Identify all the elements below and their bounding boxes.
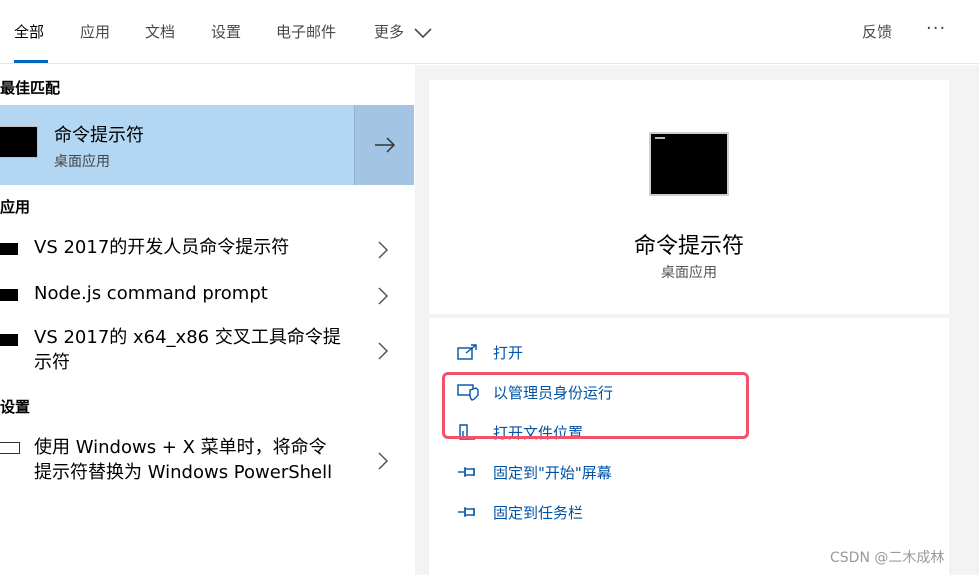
app-preview-card: 命令提示符 桌面应用: [429, 80, 949, 314]
tab-more-label: 更多: [374, 23, 405, 41]
action-label: 固定到任务栏: [493, 503, 584, 522]
cmd-app-large-icon: [649, 132, 729, 196]
chevron-down-icon: [414, 27, 432, 38]
cmd-app-icon: [0, 126, 38, 158]
best-match-heading: 最佳匹配: [0, 79, 61, 97]
cmd-app-icon: [0, 289, 18, 301]
pin-to-start-action[interactable]: 固定到"开始"屏幕: [457, 460, 612, 484]
settings-display-icon: [0, 442, 20, 454]
shield-icon: [457, 384, 479, 401]
list-item-label-line: VS 2017的 x64_x86 交叉工具命令提: [34, 327, 341, 348]
run-as-admin-action[interactable]: 以管理员身份运行: [457, 380, 613, 404]
chevron-right-icon: [378, 452, 389, 470]
chevron-right-icon: [378, 241, 389, 259]
open-details-button[interactable]: [354, 105, 414, 185]
list-item[interactable]: VS 2017的开发人员命令提示符: [0, 233, 414, 265]
tab-apps[interactable]: 应用: [80, 20, 110, 44]
tab-all[interactable]: 全部: [14, 20, 44, 44]
apps-heading: 应用: [0, 198, 31, 216]
scrollbar-track[interactable]: [965, 65, 979, 575]
arrow-right-icon: [374, 137, 395, 153]
pin-to-taskbar-action[interactable]: 固定到任务栏: [457, 500, 583, 524]
feedback-button[interactable]: 反馈: [862, 20, 892, 44]
app-name: 命令提示符: [633, 234, 744, 259]
action-label: 打开文件位置: [493, 423, 584, 442]
file-location-icon: [459, 424, 475, 440]
cmd-app-icon: [0, 243, 18, 255]
prompt-cursor: [655, 137, 665, 139]
more-options-button[interactable]: ···: [926, 18, 946, 39]
list-item-label-line: 提示符替换为 Windows PowerShell: [34, 462, 333, 483]
pin-icon: [458, 507, 475, 517]
list-item[interactable]: VS 2017的 x64_x86 交叉工具命令提 示符: [0, 324, 414, 378]
watermark: CSDN @二木成林: [830, 550, 945, 566]
tab-settings[interactable]: 设置: [211, 20, 241, 44]
best-match-type: 桌面应用: [54, 154, 110, 170]
app-actions-card: 打开 以管理员身份运行 打开文件位置 固定到"开始"屏幕 固定到任务栏: [429, 318, 949, 575]
list-item-label: Node.js command prompt: [34, 283, 268, 304]
tab-email[interactable]: 电子邮件: [276, 20, 336, 44]
details-pane: 命令提示符 桌面应用 打开 以管理员身份运行 打开文件位置 固定到"开始"屏幕 …: [415, 65, 979, 575]
open-action[interactable]: 打开: [457, 340, 523, 364]
app-type: 桌面应用: [661, 265, 717, 281]
active-tab-indicator: [14, 60, 48, 63]
list-item[interactable]: 使用 Windows + X 菜单时，将命令 提示符替换为 Windows Pow…: [0, 434, 414, 490]
list-item-label: VS 2017的开发人员命令提示符: [34, 237, 290, 258]
open-file-location-action[interactable]: 打开文件位置: [457, 420, 583, 444]
tab-more[interactable]: 更多: [374, 20, 433, 44]
action-label: 以管理员身份运行: [493, 383, 614, 402]
pin-icon: [458, 467, 475, 477]
best-match-item[interactable]: 命令提示符 桌面应用: [0, 105, 414, 185]
open-icon: [457, 344, 477, 360]
list-item[interactable]: Node.js command prompt: [0, 279, 414, 311]
list-item-label-line: 示符: [34, 352, 70, 373]
results-list: 最佳匹配 命令提示符 桌面应用 应用 VS 2017的开发人员命令提示符 Nod…: [0, 65, 414, 575]
settings-heading: 设置: [0, 398, 31, 416]
chevron-right-icon: [378, 342, 389, 360]
search-tab-bar: 全部 应用 文档 设置 电子邮件 更多 反馈 ···: [0, 0, 979, 64]
action-label: 固定到"开始"屏幕: [493, 463, 612, 482]
list-item-label: VS 2017的 x64_x86 交叉工具命令提 示符: [34, 325, 344, 375]
list-item-label: 使用 Windows + X 菜单时，将命令 提示符替换为 Windows Pow…: [34, 435, 354, 485]
tab-documents[interactable]: 文档: [145, 20, 175, 44]
cmd-app-icon: [0, 334, 18, 346]
action-label: 打开: [493, 343, 524, 362]
chevron-right-icon: [378, 287, 389, 305]
list-item-label-line: 使用 Windows + X 菜单时，将命令: [34, 437, 327, 458]
best-match-name: 命令提示符: [54, 125, 144, 146]
